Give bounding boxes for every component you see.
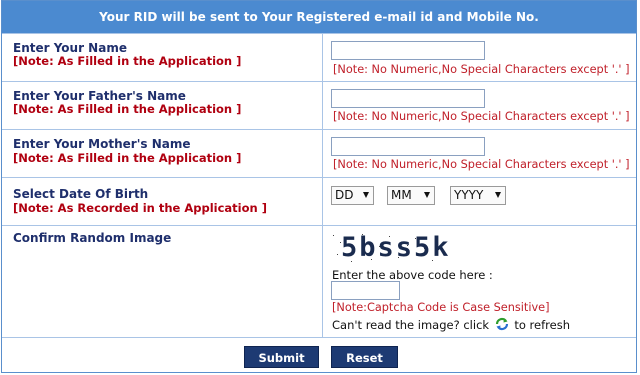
father-note: [Note: As Filled in the Application ]: [13, 102, 242, 116]
father-label: Enter Your Father's Name: [13, 89, 186, 103]
mother-note: [Note: As Filled in the Application ]: [13, 151, 242, 165]
father-row: Enter Your Father's Name [Note: As Fille…: [2, 81, 636, 130]
captcha-label: Confirm Random Image: [13, 231, 172, 245]
dob-month-select[interactable]: MM: [387, 186, 435, 205]
name-note: [Note: As Filled in the Application ]: [13, 54, 242, 68]
captcha-row: Confirm Random Image 5bss5k Enter the ab…: [2, 225, 636, 338]
dob-year-value: YYYY: [454, 188, 484, 202]
chevron-down-icon: [363, 192, 369, 198]
captcha-image: 5bss5k: [331, 232, 449, 264]
captcha-refresh-line: Can't read the image? click to refresh: [332, 317, 570, 332]
buttons-row: Submit Reset: [2, 337, 636, 373]
captcha-input[interactable]: [331, 281, 400, 300]
chevron-down-icon: [495, 192, 501, 198]
reset-button[interactable]: Reset: [331, 346, 398, 368]
mother-label: Enter Your Mother's Name: [13, 137, 191, 151]
mother-hint: [Note: No Numeric,No Special Characters …: [333, 158, 630, 171]
captcha-text: 5bss5k: [341, 232, 451, 263]
dob-year-select[interactable]: YYYY: [450, 186, 506, 205]
refresh-prefix: Can't read the image? click: [332, 318, 490, 332]
dob-note: [Note: As Recorded in the Application ]: [13, 201, 267, 215]
dob-label: Select Date Of Birth: [13, 187, 149, 201]
dob-month-value: MM: [391, 188, 412, 202]
father-hint: [Note: No Numeric,No Special Characters …: [333, 110, 630, 123]
rid-form: Your RID will be sent to Your Registered…: [1, 0, 637, 373]
dob-day-select[interactable]: DD: [331, 186, 374, 205]
mother-row: Enter Your Mother's Name [Note: As Fille…: [2, 129, 636, 178]
name-row: Enter Your Name [Note: As Filled in the …: [2, 33, 636, 82]
submit-button[interactable]: Submit: [244, 346, 319, 368]
refresh-icon[interactable]: [495, 317, 509, 331]
dob-row: Select Date Of Birth [Note: As Recorded …: [2, 177, 636, 226]
name-label: Enter Your Name: [13, 41, 127, 55]
name-hint: [Note: No Numeric,No Special Characters …: [333, 63, 630, 76]
captcha-instruction: Enter the above code here :: [332, 268, 493, 282]
captcha-note: [Note:Captcha Code is Case Sensitive]: [332, 301, 550, 314]
mother-input[interactable]: [331, 137, 485, 156]
father-input[interactable]: [331, 89, 485, 108]
dob-day-value: DD: [335, 188, 354, 202]
refresh-suffix: to refresh: [514, 318, 570, 332]
form-header: Your RID will be sent to Your Registered…: [2, 1, 636, 33]
chevron-down-icon: [424, 192, 430, 198]
name-input[interactable]: [331, 41, 485, 60]
